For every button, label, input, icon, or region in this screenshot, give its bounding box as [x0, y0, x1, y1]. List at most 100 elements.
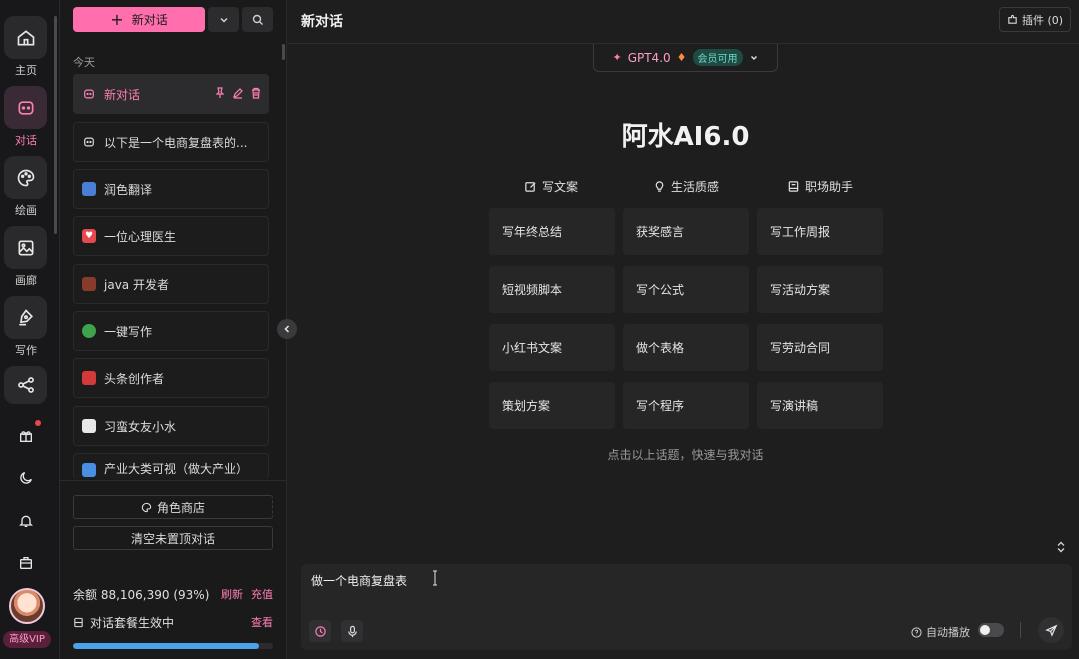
chat-icon [82, 135, 96, 149]
topic-card[interactable]: 写活动方案 [757, 266, 883, 313]
text-cursor-icon [433, 570, 437, 586]
new-chat-button[interactable]: + 新对话 [73, 7, 205, 32]
chevron-down-icon [750, 55, 757, 60]
conversation-item[interactable]: 以下是一个电商复盘表的... [73, 122, 269, 162]
expand-input-icon[interactable] [1054, 540, 1068, 554]
document-icon [74, 617, 83, 628]
nav-gallery-label: 画廊 [15, 274, 37, 287]
category-tab-life[interactable]: 生活质感 [653, 178, 719, 195]
nav-home-button[interactable] [4, 16, 47, 59]
share-icon [17, 377, 34, 393]
icon-rail: 主页 对话 绘画 画廊 写作 高级VIP [0, 0, 60, 659]
topic-card[interactable]: 做个表格 [623, 324, 749, 371]
nav-chat-button[interactable] [4, 86, 47, 129]
recharge-link[interactable]: 充值 [251, 586, 273, 603]
topic-hint: 点击以上话题，快速与我对话 [607, 448, 764, 462]
send-icon [1044, 624, 1057, 637]
topic-card[interactable]: 策划方案 [489, 382, 615, 429]
refresh-link[interactable]: 刷新 [221, 586, 243, 603]
conversation-title: 习蛮女友小水 [104, 419, 177, 434]
model-name: GPT4.0 [627, 50, 671, 65]
history-button[interactable] [309, 620, 331, 642]
topic-card[interactable]: 写年终总结 [489, 208, 615, 255]
balance-progress-fill [73, 643, 259, 649]
role-store-button[interactable]: 角色商店 [73, 495, 273, 519]
category-tab-work[interactable]: 职场助手 [787, 178, 853, 195]
toggle-knob [980, 625, 990, 635]
nav-share-button[interactable] [4, 366, 47, 404]
chat-icon [18, 100, 33, 115]
nav-gallery-button[interactable] [4, 226, 47, 269]
topic-card[interactable]: 小红书文案 [489, 324, 615, 371]
topic-card[interactable]: 写个程序 [623, 382, 749, 429]
vip-badge[interactable]: 高级VIP [3, 631, 51, 648]
delete-icon[interactable] [250, 87, 262, 99]
topic-card[interactable]: 写个公式 [623, 266, 749, 313]
input-divider [1020, 622, 1021, 638]
gift-icon [20, 431, 32, 442]
autoplay-label: 自动播放 [926, 626, 970, 639]
conversation-title: 新对话 [104, 87, 141, 102]
bulb-icon [655, 181, 664, 192]
plugin-button[interactable]: 插件 (0) [999, 7, 1071, 32]
topic-card[interactable]: 写工作周报 [757, 208, 883, 255]
role-store-label: 角色商店 [156, 500, 205, 515]
nav-chat-label: 对话 [15, 134, 37, 147]
search-button[interactable] [242, 7, 273, 32]
plugin-icon [1008, 14, 1017, 24]
conversation-title: 产业大类可视（做大产业） [104, 462, 249, 476]
conversation-item[interactable]: 新对话 [73, 74, 269, 114]
model-selector[interactable]: ✦ GPT4.0 ♦ 会员可用 [593, 44, 778, 72]
conversation-title: 以下是一个电商复盘表的... [104, 135, 248, 150]
edit-icon[interactable] [232, 87, 244, 99]
voice-input-button[interactable] [341, 620, 363, 642]
sidebar-scrollbar[interactable] [282, 44, 285, 60]
conversation-title: 头条创作者 [104, 371, 165, 386]
conversation-item[interactable]: 头条创作者 [73, 358, 269, 398]
clear-label: 清空未置顶对话 [130, 531, 215, 546]
send-button[interactable] [1038, 617, 1064, 643]
conversation-item[interactable]: 习蛮女友小水 [73, 406, 269, 446]
gift-button[interactable] [15, 425, 37, 447]
avatar[interactable] [9, 588, 45, 624]
topic-card[interactable]: 写演讲稿 [757, 382, 883, 429]
clear-conversations-button[interactable]: 清空未置顶对话 [73, 526, 273, 550]
help-icon [911, 626, 922, 638]
conversation-item[interactable]: 产业大类可视（做大产业） [73, 453, 269, 479]
message-input-text[interactable]: 做一个电商复盘表 [311, 572, 407, 589]
conversation-item[interactable]: 一键写作 [73, 311, 269, 351]
new-chat-label: 新对话 [131, 13, 168, 27]
briefcase-icon [20, 557, 32, 569]
message-input[interactable]: 做一个电商复盘表 自动播放 [301, 564, 1072, 650]
today-label: 今天 [73, 56, 95, 69]
collapse-sidebar-button[interactable] [277, 319, 297, 339]
notification-button[interactable] [15, 510, 37, 532]
plan-view-link[interactable]: 查看 [251, 614, 273, 631]
rail-scrollbar[interactable] [54, 16, 57, 234]
conversation-item[interactable]: 润色翻译 [73, 169, 269, 209]
code-icon [82, 277, 96, 291]
nav-draw-button[interactable] [4, 156, 47, 199]
theme-toggle-button[interactable] [15, 467, 37, 489]
workspace-button[interactable] [15, 552, 37, 574]
pen-icon [18, 308, 33, 325]
topic-card[interactable]: 写劳动合同 [757, 324, 883, 371]
dropdown-button[interactable] [208, 7, 239, 32]
topic-card[interactable]: 短视频脚本 [489, 266, 615, 313]
autoplay-toggle[interactable] [978, 623, 1004, 637]
conversation-item[interactable]: java 开发者 [73, 264, 269, 304]
topic-card[interactable]: 获奖感言 [623, 208, 749, 255]
translate-icon [82, 182, 96, 196]
image-icon [18, 240, 33, 255]
moon-icon [20, 472, 32, 484]
autoplay-label-group: 自动播放 [911, 624, 970, 640]
plugin-label: 插件 (0) [1021, 13, 1064, 27]
category-tab-copywriting[interactable]: 写文案 [524, 178, 578, 195]
history-icon [314, 625, 326, 637]
conversation-item[interactable]: ♥ 一位心理医生 [73, 216, 269, 256]
nav-write-button[interactable] [4, 296, 47, 339]
edit-icon [525, 182, 536, 192]
notification-dot [35, 420, 41, 426]
pin-icon[interactable] [214, 87, 226, 99]
nav-draw-label: 绘画 [15, 204, 37, 217]
